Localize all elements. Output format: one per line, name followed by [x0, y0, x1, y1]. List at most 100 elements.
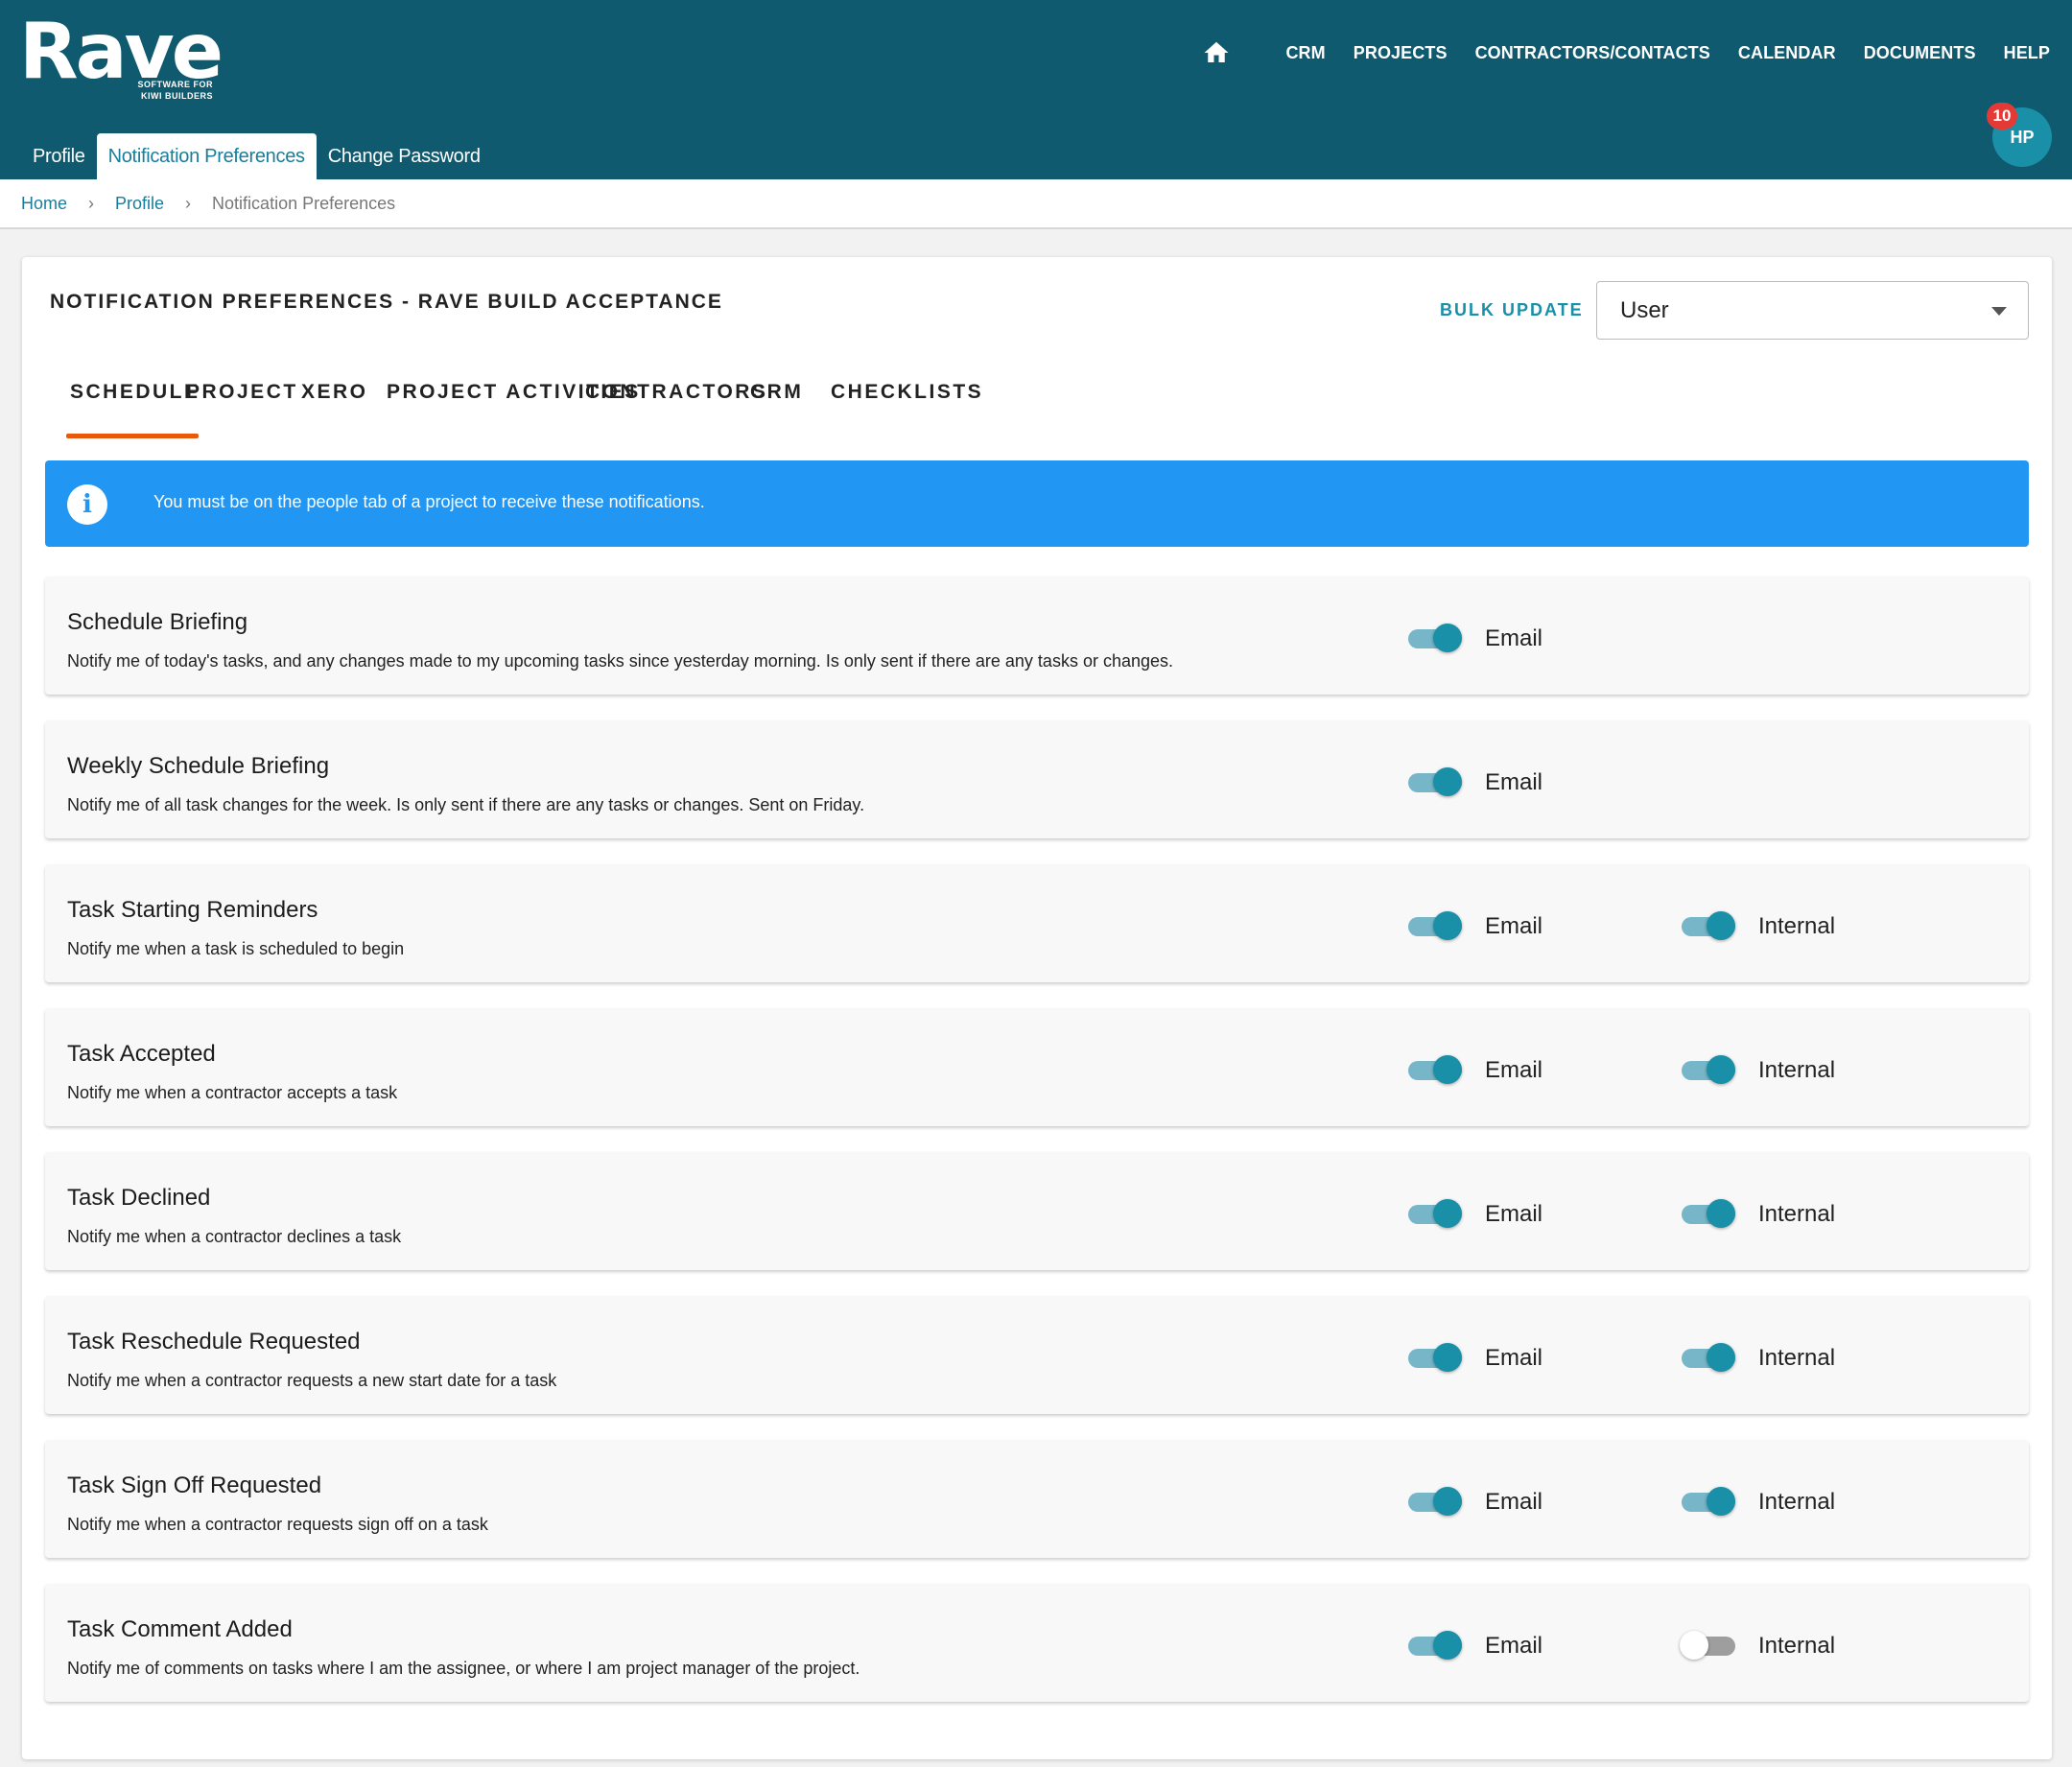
toggle-thumb: [1433, 1055, 1462, 1084]
tab-project[interactable]: PROJECT: [186, 353, 298, 428]
internal-toggle[interactable]: [1680, 1340, 1737, 1373]
recipient-select-value: User: [1620, 297, 1669, 323]
preference-row: Task Comment Added Notify me of comments …: [45, 1584, 2029, 1702]
breadcrumb: Home › Profile › Notification Preference…: [0, 179, 2072, 229]
logo-tagline-line-2: KIWI BUILDERS: [141, 91, 213, 101]
preference-description: Notify me of today's tasks, and any chan…: [67, 651, 1174, 671]
preference-description: Notify me when a task is scheduled to be…: [67, 939, 405, 958]
email-toggle-label: Email: [1485, 769, 1543, 795]
email-toggle[interactable]: [1406, 908, 1464, 941]
internal-toggle-label: Internal: [1758, 1345, 1836, 1371]
nav-calendar[interactable]: CALENDAR: [1738, 43, 1836, 63]
page-title: NOTIFICATION PREFERENCES - RAVE BUILD AC…: [50, 291, 723, 313]
preference-row: Weekly Schedule Briefing Notify me of all…: [45, 720, 2029, 838]
email-toggle[interactable]: [1406, 1484, 1464, 1517]
toggle-thumb: [1433, 1343, 1462, 1372]
email-toggle[interactable]: [1406, 1052, 1464, 1085]
info-icon: i: [67, 484, 107, 525]
subtab-change-password[interactable]: Change Password: [317, 133, 492, 179]
notification-preferences-card: NOTIFICATION PREFERENCES - RAVE BUILD AC…: [22, 257, 2052, 1759]
internal-toggle-label: Internal: [1758, 1057, 1836, 1083]
preference-title: Task Comment Added: [67, 1616, 293, 1642]
chevron-right-icon: ›: [185, 193, 192, 213]
email-toggle-label: Email: [1485, 625, 1543, 651]
nav-documents[interactable]: DOCUMENTS: [1864, 43, 1976, 63]
toggle-thumb: [1707, 911, 1735, 940]
preference-description: Notify me of all task changes for the we…: [67, 795, 865, 814]
preference-description: Notify me of comments on tasks where I a…: [67, 1659, 860, 1678]
internal-toggle[interactable]: [1680, 908, 1737, 941]
chevron-right-icon: ›: [88, 193, 95, 213]
email-toggle-label: Email: [1485, 1201, 1543, 1227]
nav-projects[interactable]: PROJECTS: [1354, 43, 1448, 63]
preference-row: Task Accepted Notify me when a contractor…: [45, 1008, 2029, 1126]
active-tab-indicator: [66, 434, 199, 438]
internal-toggle[interactable]: [1680, 1196, 1737, 1229]
email-toggle-label: Email: [1485, 1633, 1543, 1659]
email-toggle[interactable]: [1406, 621, 1464, 653]
toggle-thumb: [1707, 1343, 1735, 1372]
nav-crm[interactable]: CRM: [1285, 43, 1325, 63]
preference-title: Task Accepted: [67, 1041, 216, 1067]
email-toggle-label: Email: [1485, 1345, 1543, 1371]
preference-row: Task Reschedule Requested Notify me when …: [45, 1296, 2029, 1414]
preference-description: Notify me when a contractor requests a n…: [67, 1371, 557, 1390]
logo-tagline-line-1: SOFTWARE FOR: [137, 80, 213, 89]
preference-row: Task Declined Notify me when a contractor…: [45, 1152, 2029, 1270]
email-toggle[interactable]: [1406, 1196, 1464, 1229]
tab-checklists[interactable]: CHECKLISTS: [831, 353, 983, 428]
email-toggle-label: Email: [1485, 1057, 1543, 1083]
nav-help[interactable]: HELP: [2004, 43, 2050, 63]
internal-toggle-label: Internal: [1758, 913, 1836, 939]
preference-title: Task Declined: [67, 1185, 211, 1211]
breadcrumb-current: Notification Preferences: [212, 193, 396, 213]
internal-toggle[interactable]: [1680, 1628, 1737, 1661]
notification-count-badge[interactable]: 10: [1987, 103, 2017, 130]
app-header: Rave SOFTWARE FOR KIWI BUILDERS CRM PROJ…: [0, 0, 2072, 179]
email-toggle-label: Email: [1485, 913, 1543, 939]
preference-description: Notify me when a contractor requests sig…: [67, 1515, 488, 1534]
internal-toggle[interactable]: [1680, 1052, 1737, 1085]
breadcrumb-home[interactable]: Home: [21, 194, 67, 214]
caret-down-icon: [1991, 307, 2007, 316]
preference-description: Notify me when a contractor declines a t…: [67, 1227, 402, 1246]
toggle-thumb: [1433, 767, 1462, 796]
home-icon[interactable]: [1202, 38, 1231, 67]
email-toggle[interactable]: [1406, 1628, 1464, 1661]
toggle-thumb: [1433, 1199, 1462, 1228]
email-toggle-label: Email: [1485, 1489, 1543, 1515]
tab-xero[interactable]: XERO: [301, 353, 368, 428]
internal-toggle-label: Internal: [1758, 1633, 1836, 1659]
toggle-thumb: [1707, 1055, 1735, 1084]
tab-schedule[interactable]: SCHEDULE: [70, 353, 200, 428]
toggle-thumb: [1707, 1199, 1735, 1228]
info-alert: i You must be on the people tab of a pro…: [45, 460, 2029, 547]
preference-title: Task Reschedule Requested: [67, 1329, 361, 1355]
toggle-thumb: [1433, 1487, 1462, 1516]
bulk-update-button[interactable]: BULK UPDATE: [1440, 300, 1584, 320]
toggle-thumb: [1433, 911, 1462, 940]
toggle-thumb: [1680, 1631, 1708, 1660]
recipient-select[interactable]: User: [1596, 281, 2029, 340]
internal-toggle[interactable]: [1680, 1484, 1737, 1517]
rave-logo[interactable]: Rave SOFTWARE FOR KIWI BUILDERS: [19, 13, 224, 102]
email-toggle[interactable]: [1406, 1340, 1464, 1373]
internal-toggle-label: Internal: [1758, 1489, 1836, 1515]
internal-toggle-label: Internal: [1758, 1201, 1836, 1227]
info-alert-text: You must be on the people tab of a proje…: [153, 492, 705, 511]
tab-crm[interactable]: CRM: [750, 353, 803, 428]
preference-row: Schedule Briefing Notify me of today's ta…: [45, 577, 2029, 695]
subtab-notification-preferences[interactable]: Notification Preferences: [96, 133, 317, 179]
preference-title: Weekly Schedule Briefing: [67, 753, 330, 779]
preference-row: Task Sign Off Requested Notify me when a …: [45, 1440, 2029, 1558]
profile-subtabs: Profile Notification Preferences Change …: [21, 133, 492, 179]
nav-contractors-contacts[interactable]: CONTRACTORS/CONTACTS: [1475, 43, 1710, 63]
logo-tagline: SOFTWARE FOR KIWI BUILDERS: [111, 79, 213, 102]
toggle-thumb: [1433, 1631, 1462, 1660]
preference-description: Notify me when a contractor accepts a ta…: [67, 1083, 398, 1102]
tab-contractors[interactable]: CONTRACTORS: [585, 353, 767, 428]
breadcrumb-profile[interactable]: Profile: [115, 194, 164, 214]
preference-title: Task Starting Reminders: [67, 897, 318, 923]
subtab-profile[interactable]: Profile: [21, 133, 97, 179]
email-toggle[interactable]: [1406, 765, 1464, 797]
